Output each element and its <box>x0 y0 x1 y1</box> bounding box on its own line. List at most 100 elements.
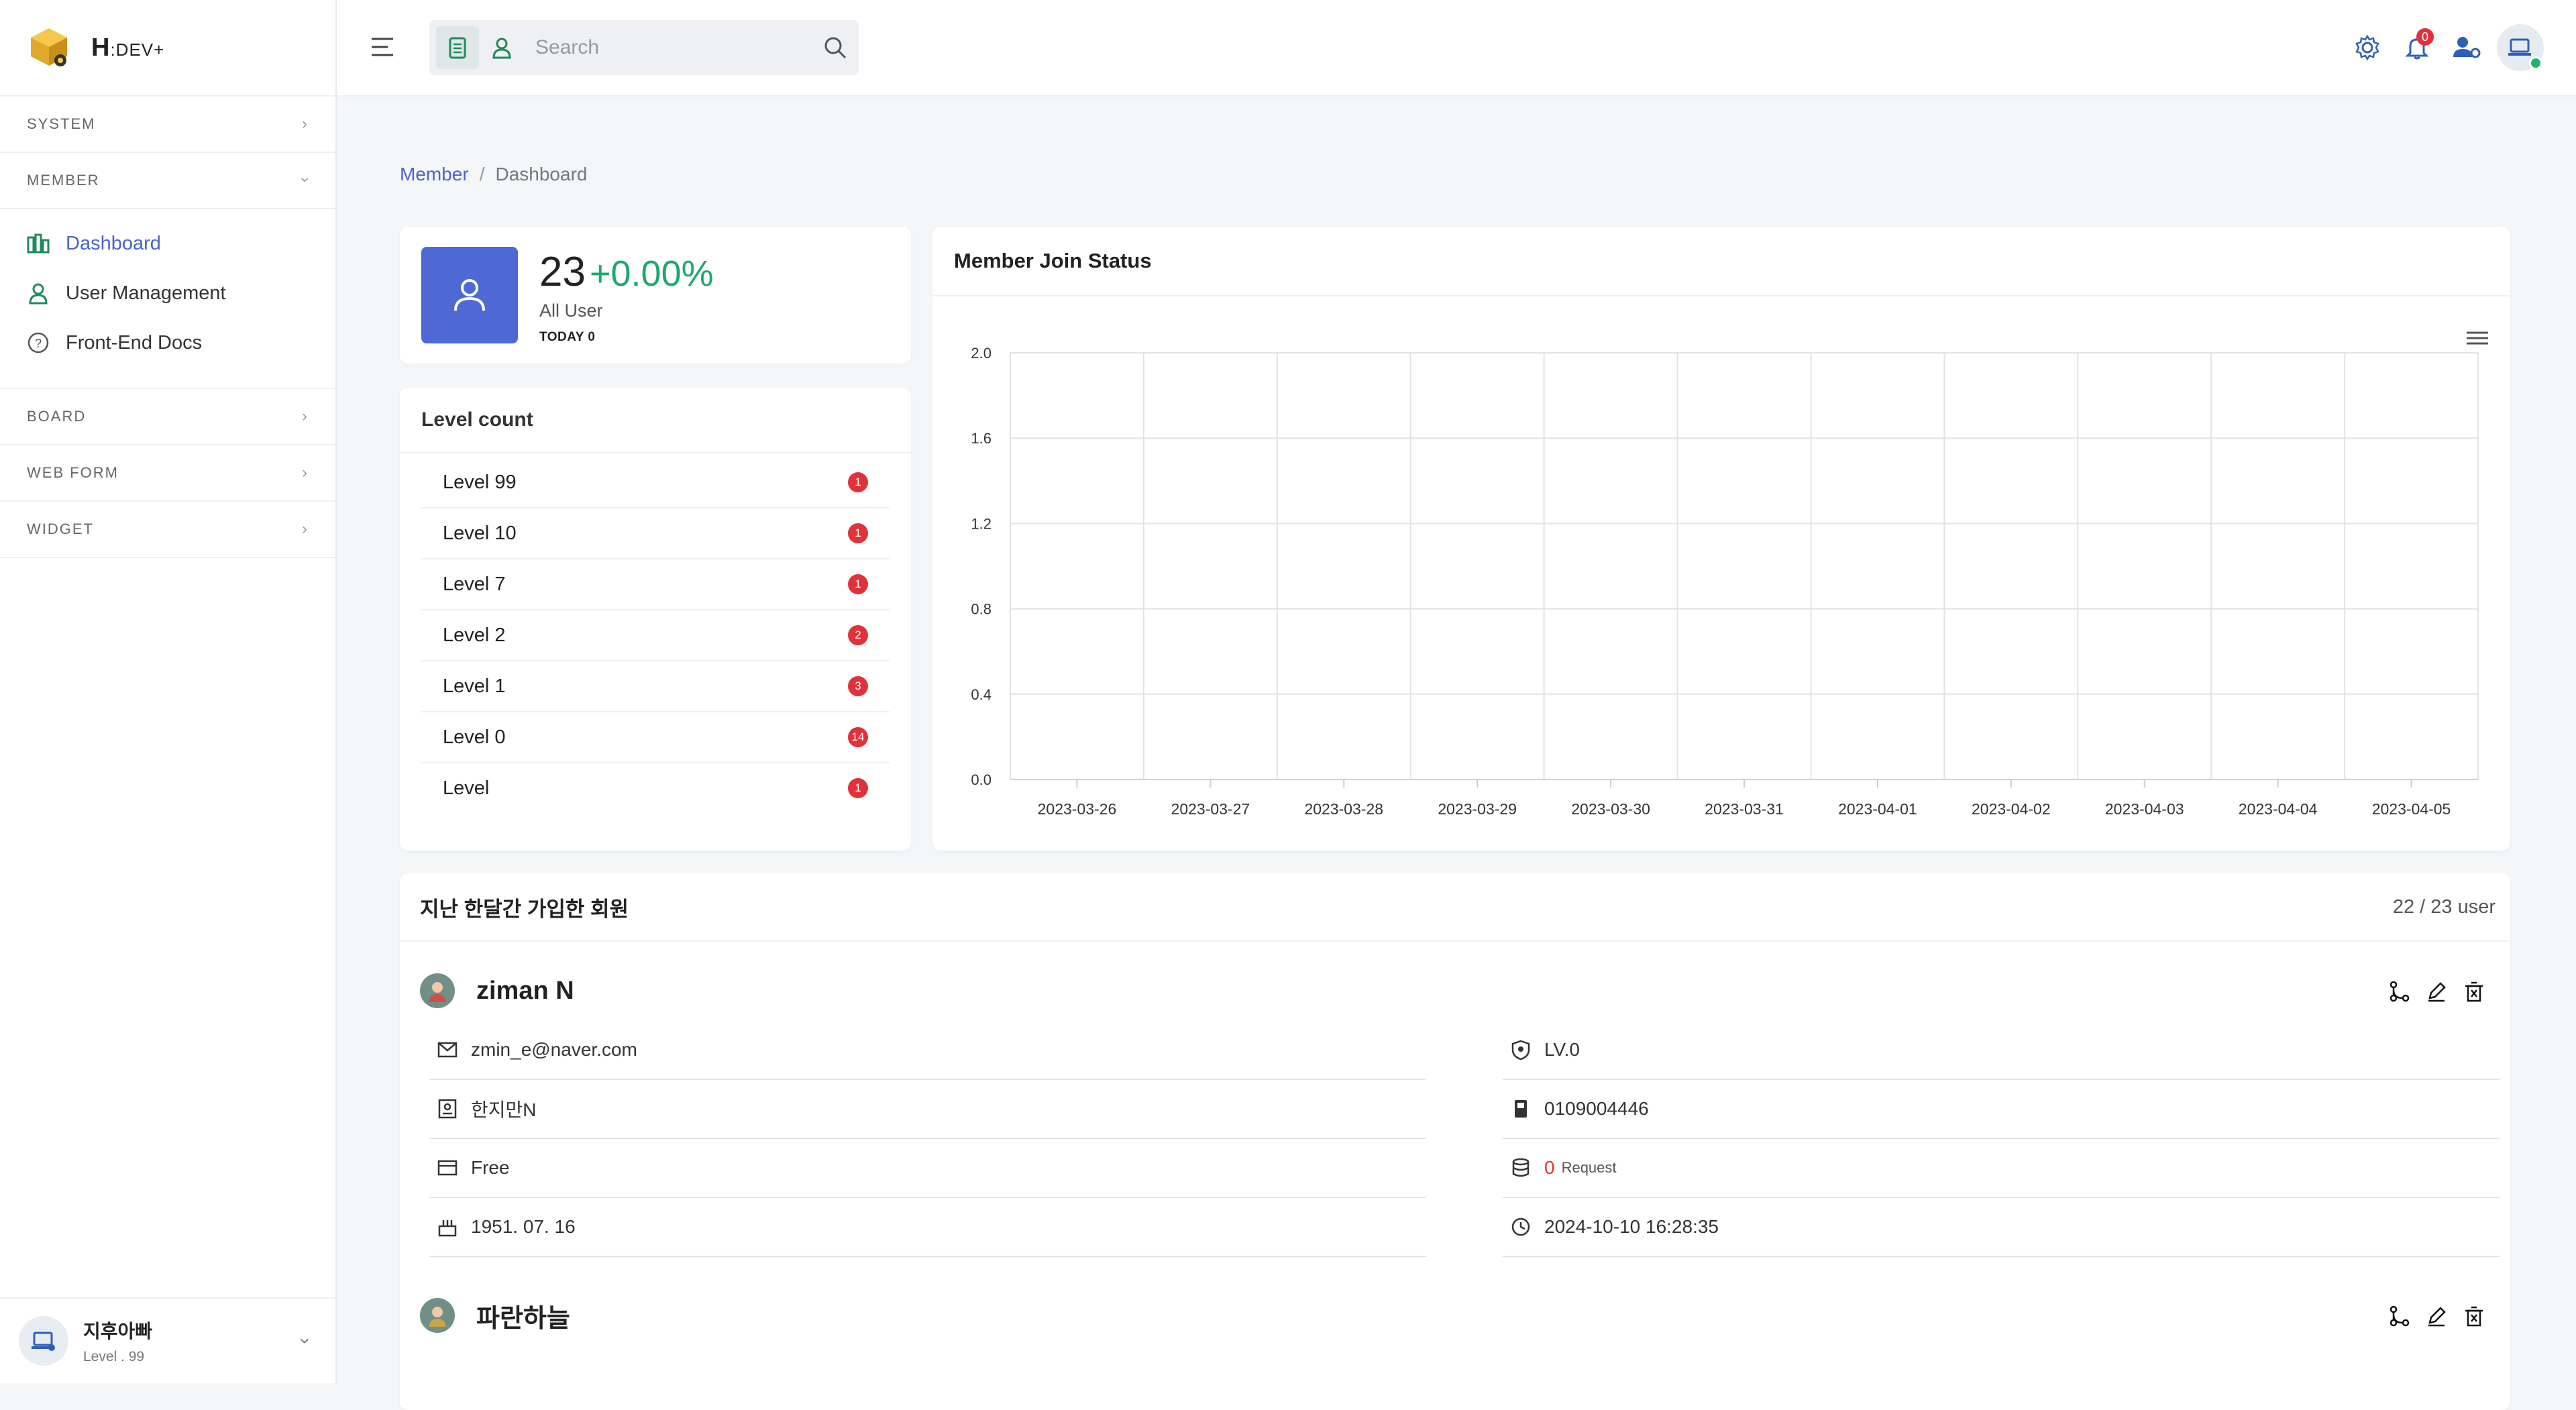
member-name[interactable]: 파란하늘 <box>476 1297 570 1334</box>
x-tick-label: 2023-04-05 <box>2372 800 2451 818</box>
chevron-right-icon: › <box>302 520 309 538</box>
user-name: 지후아빠 <box>83 1321 153 1342</box>
search-scope-user-icon[interactable] <box>480 26 523 69</box>
member-requests-field: 0 Request <box>1503 1139 2500 1198</box>
y-tick-label: 1.2 <box>971 515 991 532</box>
level-row: Level 7 1 <box>421 559 890 610</box>
member-join-chart-card: Member Join Status 2.0 1.6 1.2 0.8 0.4 0.0 202… <box>932 227 2510 851</box>
sidebar-item-front-end-docs[interactable]: ? Front-End Docs <box>0 318 335 368</box>
online-status-dot <box>2529 56 2542 70</box>
nav-section-widget[interactable]: WIDGET › <box>0 502 335 558</box>
breadcrumb: Member / Dashboard <box>400 164 587 185</box>
user-settings-icon[interactable] <box>2443 24 2490 71</box>
member-actions <box>2375 1303 2487 1330</box>
header-avatar[interactable] <box>2497 24 2544 71</box>
level-label: Level 2 <box>443 624 506 646</box>
nav-section-label: BOARD <box>27 408 87 425</box>
delete-icon[interactable] <box>2461 978 2487 1005</box>
chart-menu-icon[interactable] <box>2467 331 2488 345</box>
header-actions: 0 <box>2341 24 2544 71</box>
chevron-right-icon: › <box>302 464 309 482</box>
laptop-user-icon <box>32 1332 55 1351</box>
database-icon <box>1509 1156 1532 1179</box>
nav-section-label: WIDGET <box>27 521 94 537</box>
sidebar-item-label: User Management <box>66 282 226 304</box>
member-plan-field: Free <box>429 1139 1426 1198</box>
id-card-icon <box>436 1097 459 1120</box>
menu-toggle-icon[interactable] <box>369 34 396 60</box>
avatar <box>420 973 455 1008</box>
clock-icon <box>1509 1215 1532 1238</box>
breadcrumb-member-link[interactable]: Member <box>400 164 469 184</box>
search-scope-board-icon[interactable] <box>436 26 479 69</box>
level-count-badge: 1 <box>848 523 868 543</box>
level-list: Level 99 1 Level 10 1 Level 7 1 Level 2 2 Level … <box>421 457 890 813</box>
x-tick-label: 2023-03-31 <box>1705 800 1784 818</box>
avatar <box>19 1316 68 1366</box>
edit-icon[interactable] <box>2423 978 2450 1005</box>
recent-members-header: 지난 한달간 가입한 회원 22 / 23 user <box>400 873 2510 942</box>
brand-name: H:DEV+ <box>91 33 165 62</box>
search-bar <box>429 20 859 75</box>
cake-icon <box>436 1215 459 1238</box>
x-tick-label: 2023-03-29 <box>1438 800 1517 818</box>
level-label: Level 0 <box>443 726 506 748</box>
level-label: Level 10 <box>443 522 517 544</box>
settings-gear-icon[interactable] <box>2344 24 2391 71</box>
join-status-chart: 2.0 1.6 1.2 0.8 0.4 0.0 2023-03-26 2023-03-27 20… <box>971 331 2488 818</box>
user-icon <box>27 282 50 305</box>
member-entry: ziman N zmin_e@naver.com 한지만N Free 1951.… <box>420 961 2500 1289</box>
level-row: Level 2 2 <box>421 610 890 661</box>
nav-section-label: SYSTEM <box>27 115 96 132</box>
user-level: Level . 99 <box>83 1349 145 1364</box>
chevron-right-icon: › <box>302 115 309 133</box>
search-icon[interactable] <box>822 35 848 60</box>
level-count-card: Level count Level 99 1 Level 10 1 Level 7 1 Le… <box>400 388 911 851</box>
sidebar-item-label: Dashboard <box>66 232 161 254</box>
y-tick-label: 0.0 <box>971 771 991 788</box>
y-tick-label: 0.8 <box>971 601 991 618</box>
laptop-user-icon <box>2508 38 2531 56</box>
search-input[interactable] <box>534 36 805 60</box>
x-tick-label: 2023-04-03 <box>2105 800 2184 818</box>
chevron-down-icon[interactable]: › <box>294 1338 316 1344</box>
edit-icon[interactable] <box>2423 1303 2450 1330</box>
branch-icon[interactable] <box>2385 1303 2412 1330</box>
level-row: Level 1 3 <box>421 661 890 712</box>
branch-icon[interactable] <box>2385 978 2412 1005</box>
nav-section-member[interactable]: MEMBER › <box>0 153 335 209</box>
stat-label: All User <box>539 301 603 321</box>
nav-section-web-form[interactable]: WEB FORM › <box>0 445 335 502</box>
member-joined-field: 2024-10-10 16:28:35 <box>1503 1198 2500 1257</box>
today-count: TODAY 0 <box>539 330 596 344</box>
x-tick-label: 2023-03-28 <box>1304 800 1383 818</box>
sidebar-item-user-management[interactable]: User Management <box>0 268 335 318</box>
nav-section-system[interactable]: SYSTEM › <box>0 97 335 153</box>
member-name[interactable]: ziman N <box>476 977 574 1006</box>
breadcrumb-current: Dashboard <box>495 164 588 184</box>
level-row: Level 99 1 <box>421 457 890 508</box>
nav-section-board[interactable]: BOARD › <box>0 389 335 445</box>
card-title: Level count <box>400 388 911 453</box>
nav-section-label: WEB FORM <box>27 464 119 481</box>
member-level-field: LV.0 <box>1503 1021 2500 1080</box>
y-tick-label: 1.6 <box>971 430 991 447</box>
sidebar-user-profile[interactable]: 지후아빠 Level . 99 › <box>0 1297 335 1383</box>
bar-chart-icon <box>27 232 50 255</box>
level-label: Level <box>443 777 490 799</box>
level-count-badge: 2 <box>848 625 868 645</box>
brand[interactable]: H:DEV+ <box>0 0 335 97</box>
x-tick-label: 2023-04-02 <box>1972 800 2051 818</box>
member-entry: 파란하늘 <box>420 1285 2493 1346</box>
member-phone-field: 0109004446 <box>1503 1080 2500 1139</box>
member-actions <box>2375 978 2487 1005</box>
level-label: Level 1 <box>443 675 506 697</box>
user-icon <box>454 279 485 311</box>
sidebar-item-label: Front-End Docs <box>66 331 203 354</box>
sidebar-item-dashboard[interactable]: Dashboard <box>0 219 335 268</box>
mail-icon <box>436 1038 459 1061</box>
notification-bell-icon[interactable]: 0 <box>2394 24 2440 71</box>
level-row: Level 10 1 <box>421 508 890 559</box>
member-realname-field: 한지만N <box>429 1080 1426 1139</box>
delete-icon[interactable] <box>2461 1303 2487 1330</box>
